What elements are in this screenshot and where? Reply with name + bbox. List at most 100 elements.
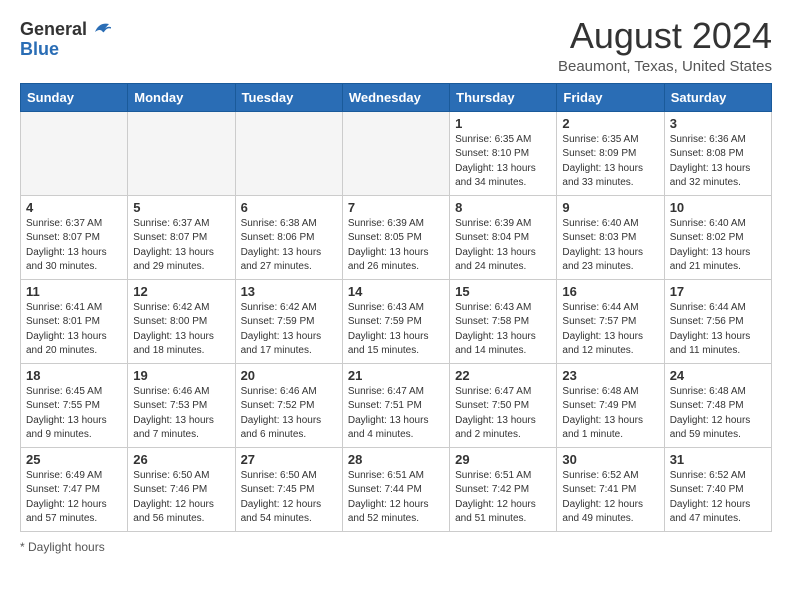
day-number: 1 bbox=[455, 116, 551, 131]
day-of-week-header: Sunday bbox=[21, 83, 128, 111]
day-number: 31 bbox=[670, 452, 766, 467]
day-number: 3 bbox=[670, 116, 766, 131]
day-number: 16 bbox=[562, 284, 658, 299]
day-info: Sunrise: 6:39 AMSunset: 8:04 PMDaylight:… bbox=[455, 217, 551, 275]
day-of-week-header: Tuesday bbox=[235, 83, 342, 111]
day-info: Sunrise: 6:45 AMSunset: 7:55 PMDaylight:… bbox=[26, 385, 122, 443]
day-info: Sunrise: 6:46 AMSunset: 7:53 PMDaylight:… bbox=[133, 385, 229, 443]
day-info: Sunrise: 6:42 AMSunset: 8:00 PMDaylight:… bbox=[133, 301, 229, 359]
day-of-week-header: Wednesday bbox=[342, 83, 449, 111]
page-subtitle: Beaumont, Texas, United States bbox=[558, 58, 772, 75]
calendar-cell bbox=[128, 111, 235, 195]
calendar-cell: 25 Sunrise: 6:49 AMSunset: 7:47 PMDayligh… bbox=[21, 447, 128, 531]
day-info: Sunrise: 6:36 AMSunset: 8:08 PMDaylight:… bbox=[670, 133, 766, 191]
calendar-cell: 10Sunrise: 6:40 AMSunset: 8:02 PMDayligh… bbox=[664, 195, 771, 279]
day-number: 8 bbox=[455, 200, 551, 215]
calendar-cell: 14 Sunrise: 6:43 AMSunset: 7:59 PMDayligh… bbox=[342, 279, 449, 363]
calendar-cell: 2 Sunrise: 6:35 AMSunset: 8:09 PMDaylight… bbox=[557, 111, 664, 195]
logo-blue: Blue bbox=[20, 39, 59, 59]
day-number: 24 bbox=[670, 368, 766, 383]
day-number: 11 bbox=[26, 284, 122, 299]
day-number: 23 bbox=[562, 368, 658, 383]
day-number: 20 bbox=[241, 368, 337, 383]
day-info: Sunrise: 6:37 AMSunset: 8:07 PMDaylight:… bbox=[133, 217, 229, 275]
calendar-cell: 24Sunrise: 6:48 AMSunset: 7:48 PMDayligh… bbox=[664, 363, 771, 447]
calendar-cell: 13 Sunrise: 6:42 AMSunset: 7:59 PMDayligh… bbox=[235, 279, 342, 363]
day-info: Sunrise: 6:48 AMSunset: 7:49 PMDaylight:… bbox=[562, 385, 658, 443]
day-of-week-header: Saturday bbox=[664, 83, 771, 111]
day-info: Sunrise: 6:42 AMSunset: 7:59 PMDaylight:… bbox=[241, 301, 337, 359]
calendar-cell: 11 Sunrise: 6:41 AMSunset: 8:01 PMDayligh… bbox=[21, 279, 128, 363]
day-info: Sunrise: 6:51 AMSunset: 7:44 PMDaylight:… bbox=[348, 469, 444, 527]
day-number: 2 bbox=[562, 116, 658, 131]
calendar-cell: 26 Sunrise: 6:50 AMSunset: 7:46 PMDayligh… bbox=[128, 447, 235, 531]
day-number: 21 bbox=[348, 368, 444, 383]
day-number: 25 bbox=[26, 452, 122, 467]
day-number: 10 bbox=[670, 200, 766, 215]
calendar-cell: 8 Sunrise: 6:39 AMSunset: 8:04 PMDaylight… bbox=[450, 195, 557, 279]
day-number: 6 bbox=[241, 200, 337, 215]
calendar-cell: 15 Sunrise: 6:43 AMSunset: 7:58 PMDayligh… bbox=[450, 279, 557, 363]
title-block: August 2024 Beaumont, Texas, United Stat… bbox=[558, 16, 772, 75]
day-info: Sunrise: 6:50 AMSunset: 7:45 PMDaylight:… bbox=[241, 469, 337, 527]
calendar-cell bbox=[21, 111, 128, 195]
day-number: 17 bbox=[670, 284, 766, 299]
day-number: 9 bbox=[562, 200, 658, 215]
day-info: Sunrise: 6:43 AMSunset: 7:59 PMDaylight:… bbox=[348, 301, 444, 359]
day-info: Sunrise: 6:35 AMSunset: 8:10 PMDaylight:… bbox=[455, 133, 551, 191]
day-number: 4 bbox=[26, 200, 122, 215]
day-info: Sunrise: 6:40 AMSunset: 8:03 PMDaylight:… bbox=[562, 217, 658, 275]
logo: General Blue bbox=[20, 20, 111, 60]
day-info: Sunrise: 6:44 AMSunset: 7:57 PMDaylight:… bbox=[562, 301, 658, 359]
calendar-cell: 23 Sunrise: 6:48 AMSunset: 7:49 PMDayligh… bbox=[557, 363, 664, 447]
day-number: 15 bbox=[455, 284, 551, 299]
calendar-cell: 4Sunrise: 6:37 AMSunset: 8:07 PMDaylight… bbox=[21, 195, 128, 279]
day-number: 28 bbox=[348, 452, 444, 467]
day-of-week-header: Friday bbox=[557, 83, 664, 111]
calendar-cell: 27 Sunrise: 6:50 AMSunset: 7:45 PMDayligh… bbox=[235, 447, 342, 531]
calendar-cell: 18 Sunrise: 6:45 AMSunset: 7:55 PMDayligh… bbox=[21, 363, 128, 447]
day-number: 13 bbox=[241, 284, 337, 299]
footer-note: * Daylight hours bbox=[20, 540, 772, 554]
day-number: 5 bbox=[133, 200, 229, 215]
calendar-cell: 19 Sunrise: 6:46 AMSunset: 7:53 PMDayligh… bbox=[128, 363, 235, 447]
calendar-cell: 22Sunrise: 6:47 AMSunset: 7:50 PMDayligh… bbox=[450, 363, 557, 447]
calendar-cell: 1 Sunrise: 6:35 AMSunset: 8:10 PMDaylight… bbox=[450, 111, 557, 195]
logo-bird-icon bbox=[89, 18, 111, 40]
calendar-cell bbox=[342, 111, 449, 195]
logo-general: General bbox=[20, 20, 87, 40]
day-number: 30 bbox=[562, 452, 658, 467]
day-info: Sunrise: 6:38 AMSunset: 8:06 PMDaylight:… bbox=[241, 217, 337, 275]
day-number: 27 bbox=[241, 452, 337, 467]
calendar-cell: 6 Sunrise: 6:38 AMSunset: 8:06 PMDaylight… bbox=[235, 195, 342, 279]
day-number: 7 bbox=[348, 200, 444, 215]
day-info: Sunrise: 6:39 AMSunset: 8:05 PMDaylight:… bbox=[348, 217, 444, 275]
calendar-cell: 17 Sunrise: 6:44 AMSunset: 7:56 PMDayligh… bbox=[664, 279, 771, 363]
day-info: Sunrise: 6:50 AMSunset: 7:46 PMDaylight:… bbox=[133, 469, 229, 527]
day-of-week-header: Monday bbox=[128, 83, 235, 111]
day-info: Sunrise: 6:46 AMSunset: 7:52 PMDaylight:… bbox=[241, 385, 337, 443]
day-number: 12 bbox=[133, 284, 229, 299]
calendar-cell: 9 Sunrise: 6:40 AMSunset: 8:03 PMDaylight… bbox=[557, 195, 664, 279]
day-info: Sunrise: 6:44 AMSunset: 7:56 PMDaylight:… bbox=[670, 301, 766, 359]
day-info: Sunrise: 6:43 AMSunset: 7:58 PMDaylight:… bbox=[455, 301, 551, 359]
day-number: 14 bbox=[348, 284, 444, 299]
day-number: 18 bbox=[26, 368, 122, 383]
day-info: Sunrise: 6:47 AMSunset: 7:51 PMDaylight:… bbox=[348, 385, 444, 443]
calendar-cell: 5 Sunrise: 6:37 AMSunset: 8:07 PMDaylight… bbox=[128, 195, 235, 279]
calendar-cell: 3 Sunrise: 6:36 AMSunset: 8:08 PMDaylight… bbox=[664, 111, 771, 195]
calendar-cell: 12 Sunrise: 6:42 AMSunset: 8:00 PMDayligh… bbox=[128, 279, 235, 363]
day-number: 19 bbox=[133, 368, 229, 383]
day-info: Sunrise: 6:51 AMSunset: 7:42 PMDaylight:… bbox=[455, 469, 551, 527]
day-info: Sunrise: 6:49 AMSunset: 7:47 PMDaylight:… bbox=[26, 469, 122, 527]
day-info: Sunrise: 6:41 AMSunset: 8:01 PMDaylight:… bbox=[26, 301, 122, 359]
page-title: August 2024 bbox=[558, 16, 772, 56]
day-number: 26 bbox=[133, 452, 229, 467]
day-of-week-header: Thursday bbox=[450, 83, 557, 111]
day-info: Sunrise: 6:35 AMSunset: 8:09 PMDaylight:… bbox=[562, 133, 658, 191]
day-info: Sunrise: 6:52 AMSunset: 7:40 PMDaylight:… bbox=[670, 469, 766, 527]
footer-daylight-label: Daylight hours bbox=[28, 540, 105, 554]
calendar-cell: 20 Sunrise: 6:46 AMSunset: 7:52 PMDayligh… bbox=[235, 363, 342, 447]
calendar-cell: 7 Sunrise: 6:39 AMSunset: 8:05 PMDaylight… bbox=[342, 195, 449, 279]
day-number: 22 bbox=[455, 368, 551, 383]
